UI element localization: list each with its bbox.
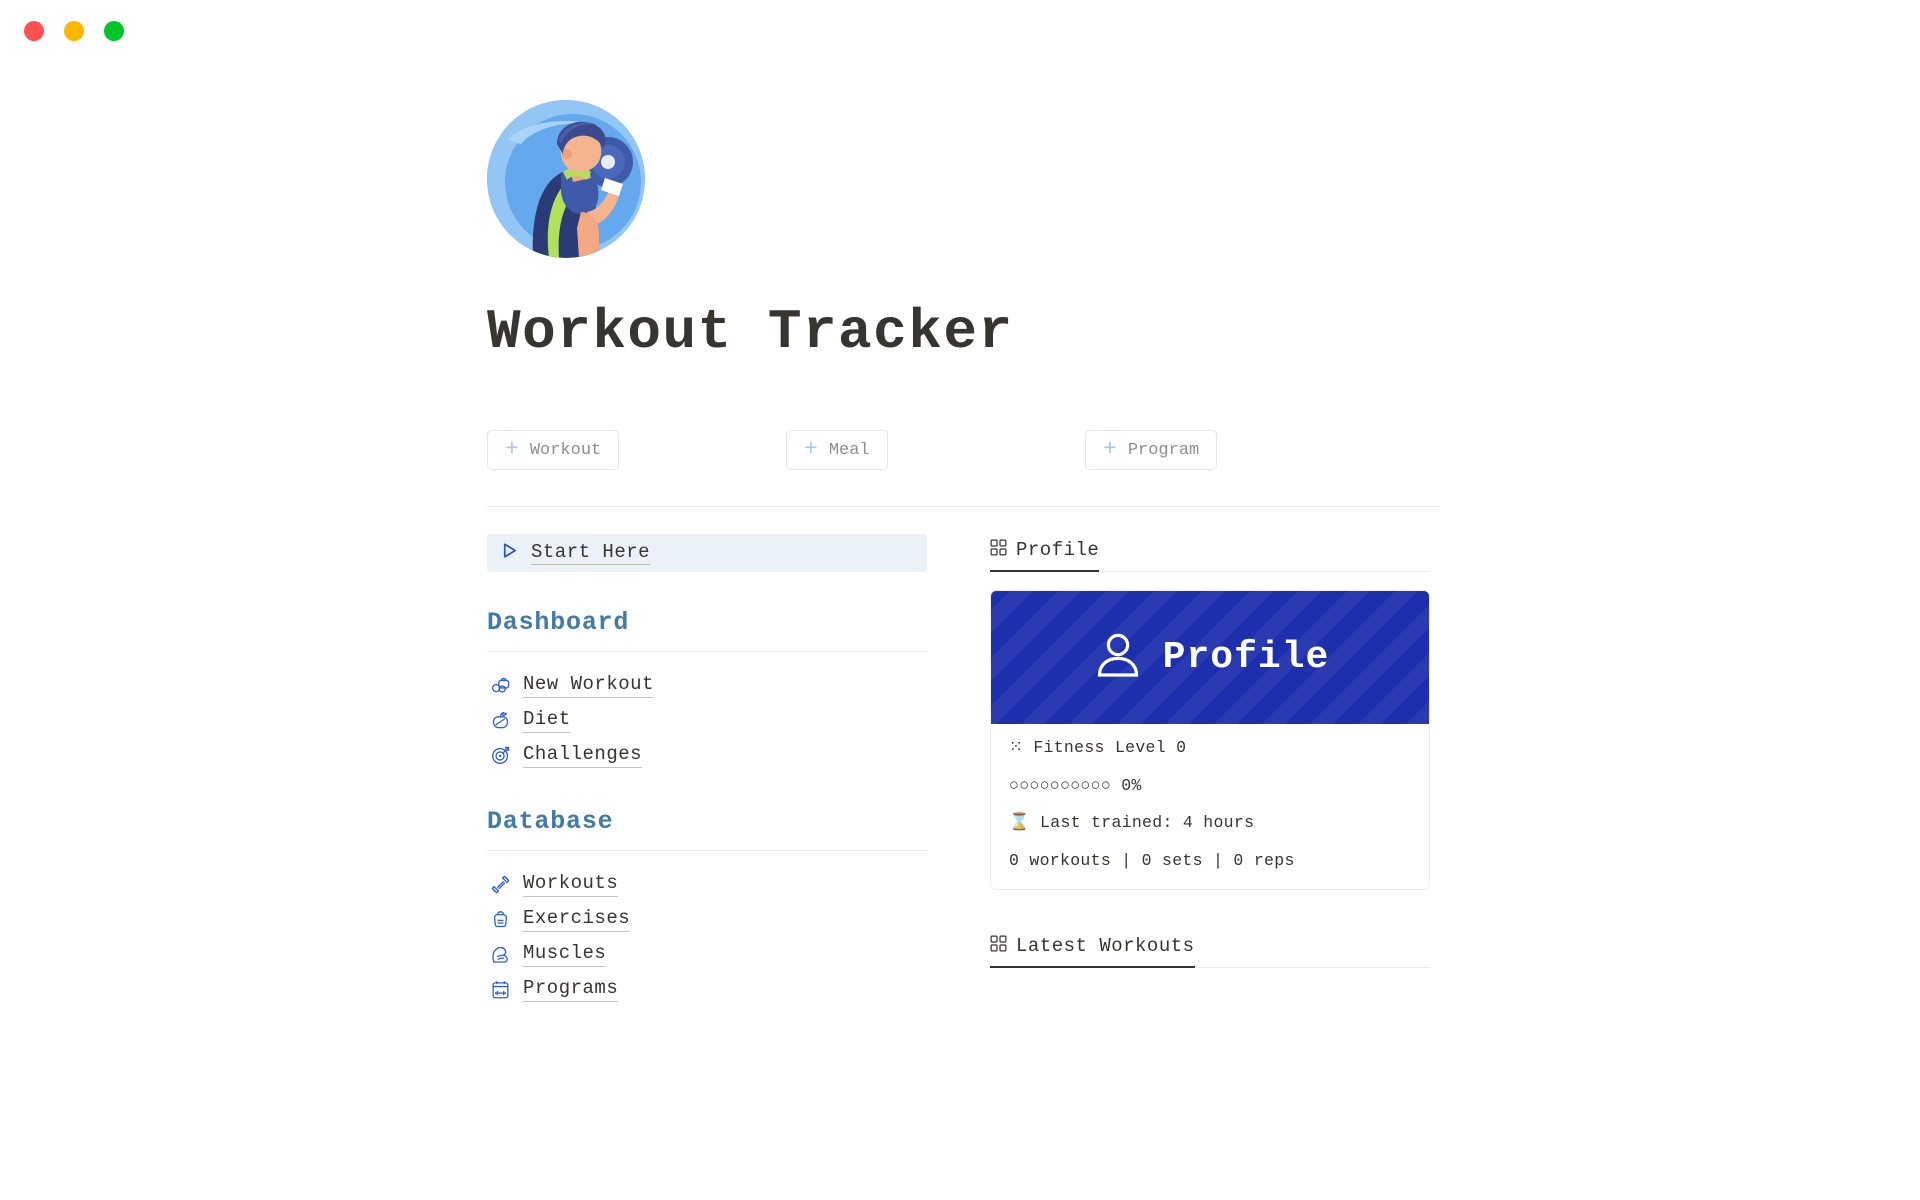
sidebar-section-dashboard: Dashboard New Workout Diet Challenges — [487, 608, 927, 773]
fitness-level-line: ⁙ Fitness Level 0 — [1009, 738, 1187, 757]
calendar-weight-icon — [490, 979, 511, 1000]
quick-action-slot: + Workout — [487, 430, 786, 470]
latest-workouts-tab-header: Latest Workouts — [990, 930, 1430, 968]
minimize-window-button[interactable] — [64, 21, 84, 41]
quick-action-slot: + Meal — [786, 430, 1085, 470]
weightlifter-avatar-icon[interactable] — [487, 100, 645, 258]
left-column: Start Here Dashboard New Workout Diet Ch… — [487, 534, 927, 1041]
sidebar-item-muscles[interactable]: Muscles — [487, 937, 927, 972]
database-nav-list: Workouts Exercises Muscles Programs — [487, 867, 927, 1007]
workout-stats-line: 0 workouts | 0 sets | 0 reps — [1009, 850, 1295, 870]
page-content: Workout Tracker + Workout + Meal + Progr… — [487, 100, 1445, 1041]
profile-card-banner: Profile — [991, 591, 1429, 724]
plus-icon: + — [804, 435, 818, 462]
person-silhouette-icon — [1091, 628, 1145, 687]
sidebar-item-new-workout[interactable]: New Workout — [487, 668, 927, 703]
columns-container: Start Here Dashboard New Workout Diet Ch… — [487, 534, 1445, 1041]
tab-latest-workouts[interactable]: Latest Workouts — [990, 935, 1195, 968]
plus-icon: + — [1103, 435, 1117, 462]
sidebar-section-database: Database Workouts Exercises Muscles Prog… — [487, 807, 927, 1007]
add-workout-button[interactable]: + Workout — [487, 430, 620, 470]
tab-profile[interactable]: Profile — [990, 539, 1100, 572]
play-triangle-icon — [500, 541, 519, 565]
grid-gallery-icon — [990, 935, 1007, 957]
dashboard-heading: Dashboard — [487, 608, 630, 637]
grid-gallery-icon — [990, 539, 1007, 561]
header-divider — [487, 506, 1440, 507]
profile-tab-header: Profile — [990, 534, 1430, 572]
kettlebell-icon — [490, 909, 511, 930]
dumbbell-icon — [490, 874, 511, 895]
window-titlebar — [0, 0, 1920, 62]
add-workout-label: Workout — [529, 440, 602, 460]
page-container: Workout Tracker + Workout + Meal + Progr… — [0, 62, 1920, 1041]
add-meal-label: Meal — [828, 440, 870, 460]
dashboard-rule — [487, 651, 927, 652]
profile-card-body: ⁙ Fitness Level 0 ○○○○○○○○○○ 0% ⌛ Last t… — [991, 724, 1429, 889]
sidebar-item-exercises[interactable]: Exercises — [487, 902, 927, 937]
sidebar-item-diet[interactable]: Diet — [487, 703, 927, 738]
sidebar-item-start-here[interactable]: Start Here — [487, 534, 927, 572]
add-program-label: Program — [1127, 440, 1200, 460]
database-heading: Database — [487, 807, 614, 836]
flexed-bicep-icon — [490, 944, 511, 965]
page-icon-wrap — [487, 100, 1445, 258]
muscles-label: Muscles — [523, 942, 607, 967]
progress-bar-line: ○○○○○○○○○○ 0% — [1009, 775, 1142, 795]
kettlebell-dumbbell-icon — [490, 675, 511, 696]
dashboard-nav-list: New Workout Diet Challenges — [487, 668, 927, 773]
exercises-label: Exercises — [523, 907, 631, 932]
sidebar-item-challenges[interactable]: Challenges — [487, 738, 927, 773]
tab-header-filler — [1099, 534, 1430, 572]
challenges-label: Challenges — [523, 743, 643, 768]
close-window-button[interactable] — [24, 21, 44, 41]
apple-diet-icon — [490, 710, 511, 731]
tab-header-filler — [1194, 930, 1430, 968]
tab-latest-workouts-label: Latest Workouts — [1016, 935, 1195, 957]
add-program-button[interactable]: + Program — [1085, 430, 1218, 470]
maximize-window-button[interactable] — [104, 21, 124, 41]
profile-card-banner-label: Profile — [1162, 636, 1330, 679]
last-trained-line: ⌛ Last trained: 4 hours — [1009, 813, 1255, 832]
profile-card[interactable]: Profile ⁙ Fitness Level 0 ○○○○○○○○○○ 0% … — [990, 590, 1430, 890]
programs-label: Programs — [523, 977, 619, 1002]
quick-actions-row: + Workout + Meal + Program — [487, 430, 1445, 470]
diet-label: Diet — [523, 708, 571, 733]
sidebar-item-workouts[interactable]: Workouts — [487, 867, 927, 902]
add-meal-button[interactable]: + Meal — [786, 430, 888, 470]
tab-profile-label: Profile — [1016, 539, 1100, 561]
quick-action-slot: + Program — [1085, 430, 1384, 470]
plus-icon: + — [505, 435, 519, 462]
right-column: Profile Profile ⁙ Fitness Level 0 ○○○○○○… — [990, 534, 1430, 1041]
start-here-label: Start Here — [531, 541, 651, 566]
new-workout-label: New Workout — [523, 673, 654, 698]
traffic-lights — [24, 21, 124, 41]
sidebar-item-programs[interactable]: Programs — [487, 972, 927, 1007]
database-rule — [487, 850, 927, 851]
target-bullseye-icon — [490, 745, 511, 766]
workouts-label: Workouts — [523, 872, 619, 897]
page-title: Workout Tracker — [487, 300, 1014, 364]
